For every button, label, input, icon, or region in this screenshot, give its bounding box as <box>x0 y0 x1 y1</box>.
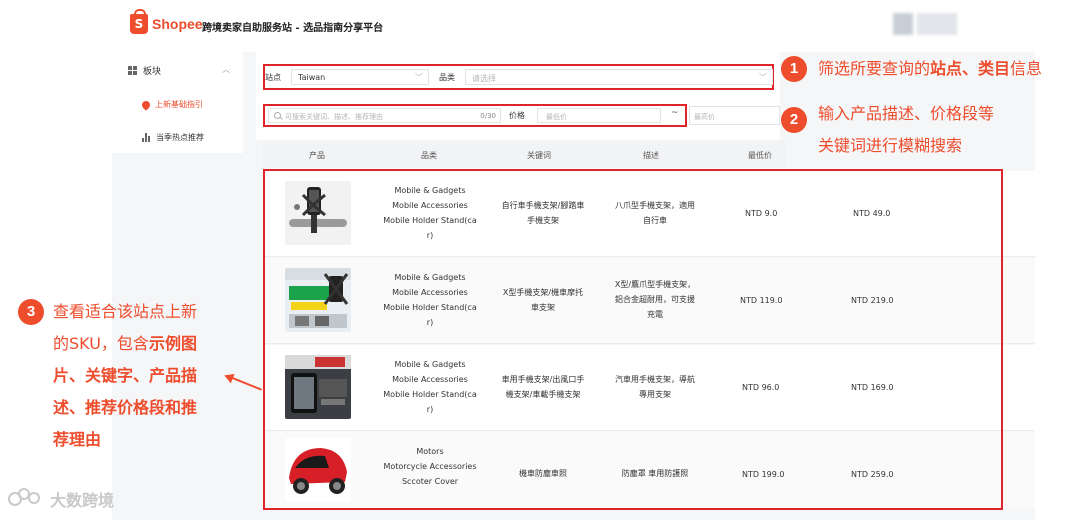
watermark-logo-icon <box>8 488 44 510</box>
chevron-down-icon: ﹀ <box>759 73 767 82</box>
sidebar-item-label: 当季热点推荐 <box>156 133 204 142</box>
annotation-2-text: 输入产品描述、价格段等 关键词进行模糊搜索 <box>818 104 995 155</box>
annotation-badge-3: 3 <box>18 299 44 325</box>
sidebar-group-label: 板块 <box>143 67 162 77</box>
table-header: 产品 品类 关键词 描述 最低价 <box>263 141 787 168</box>
chevron-up-icon[interactable]: ︿ <box>222 64 230 75</box>
sidebar-item-seasonal-hot[interactable]: 当季热点推荐 <box>142 132 204 143</box>
category-select[interactable]: 请选择 ﹀ <box>465 69 773 85</box>
site-label: 站点 <box>265 73 281 82</box>
price-min-input[interactable]: 最低价 <box>537 108 661 123</box>
search-icon <box>274 112 281 119</box>
watermark: 大数跨境 <box>8 487 114 511</box>
annotation-1-text: 筛选所要查询的站点、类目信息 <box>818 59 1043 78</box>
annotation-badge-1: 1 <box>781 56 807 82</box>
shopee-logo[interactable]: S Shopee <box>130 9 203 34</box>
column-header-min-price: 最低价 <box>748 151 772 160</box>
sidebar-item-label: 上新基础指引 <box>155 100 203 109</box>
annotation-3-text: 查看适合该站点上新 的SKU，包含示例图 片、关键字、产品描 述、推荐价格段和推… <box>53 302 198 449</box>
keyword-search-input[interactable]: 可搜索关键词、描述、推荐理由 0/30 <box>268 108 501 123</box>
price-max-input[interactable]: 最高价 <box>689 106 780 125</box>
keyword-count: 0/30 <box>480 112 496 120</box>
site-select[interactable]: Taiwan ﹀ <box>291 69 429 85</box>
user-avatar-blurred[interactable] <box>893 13 963 35</box>
bar-chart-icon <box>142 133 151 142</box>
logo-text: Shopee <box>152 16 203 32</box>
column-header-keywords: 关键词 <box>527 151 551 160</box>
results-highlight-frame <box>263 169 1003 510</box>
column-header-category: 品类 <box>421 151 437 160</box>
category-label: 品类 <box>439 73 455 82</box>
keyword-price-filter: 可搜索关键词、描述、推荐理由 0/30 价格 最低价 ~ <box>263 104 687 127</box>
column-header-description: 描述 <box>643 151 659 160</box>
sidebar-item-basic-guide[interactable]: 上新基础指引 <box>140 98 203 111</box>
column-header-product: 产品 <box>309 151 325 160</box>
chevron-down-icon: ﹀ <box>415 73 423 82</box>
shopee-bag-icon: S <box>130 9 148 34</box>
price-separator: ~ <box>671 108 679 118</box>
page: S Shopee 跨境卖家自助服务站 - 选品指南分享平台 板块 ︿ 上新基础指… <box>0 0 1080 520</box>
annotation-badge-2: 2 <box>781 107 807 133</box>
site-category-filter: 站点 Taiwan ﹀ 品类 请选择 ﹀ <box>263 64 774 90</box>
pin-icon <box>140 98 152 111</box>
price-label: 价格 <box>509 111 525 120</box>
grid-icon <box>128 66 137 75</box>
top-header: S Shopee 跨境卖家自助服务站 - 选品指南分享平台 <box>0 0 1080 52</box>
portal-title: 跨境卖家自助服务站 - 选品指南分享平台 <box>202 23 384 34</box>
